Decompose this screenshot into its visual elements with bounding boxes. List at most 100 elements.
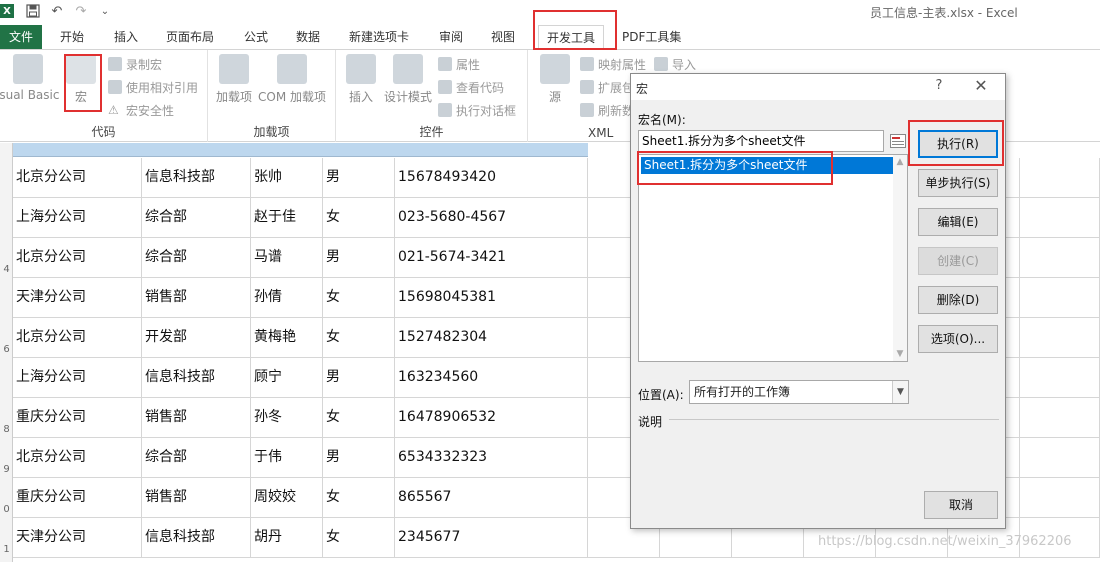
delete-button[interactable]: 删除(D) <box>918 286 998 314</box>
cell-dept[interactable]: 综合部 <box>142 438 251 478</box>
cell-company[interactable]: 上海分公司 <box>13 358 142 398</box>
options-button[interactable]: 选项(O)... <box>918 325 998 353</box>
cell-empty[interactable] <box>1020 238 1100 278</box>
scroll-down-icon[interactable]: ▼ <box>895 349 905 359</box>
use-relative-references-button[interactable]: 使用相对引用 <box>108 77 198 97</box>
import-button[interactable]: 导入 <box>654 54 696 74</box>
close-icon[interactable]: ✕ <box>971 77 991 95</box>
tab-review[interactable]: 审阅 <box>439 25 463 49</box>
cell-gender[interactable]: 男 <box>323 238 395 278</box>
cell-dept[interactable]: 信息科技部 <box>142 158 251 198</box>
cell-phone[interactable]: 16478906532 <box>395 398 588 438</box>
step-into-button[interactable]: 单步执行(S) <box>918 169 998 197</box>
chevron-down-icon[interactable]: ▼ <box>892 381 908 403</box>
cell-company[interactable]: 重庆分公司 <box>13 478 142 518</box>
cell-name[interactable]: 孙倩 <box>251 278 323 318</box>
insert-control-button[interactable]: 插入 <box>346 54 376 105</box>
xml-source-button[interactable]: 源 <box>540 54 570 105</box>
cell-company[interactable]: 上海分公司 <box>13 198 142 238</box>
cell-name[interactable]: 胡丹 <box>251 518 323 558</box>
scroll-up-icon[interactable]: ▲ <box>895 157 905 167</box>
cell-gender[interactable]: 女 <box>323 518 395 558</box>
tab-new-tab[interactable]: 新建选项卡 <box>349 25 409 49</box>
collapse-dialog-icon[interactable] <box>887 130 909 152</box>
cell-gender[interactable]: 男 <box>323 158 395 198</box>
cell-gender[interactable]: 男 <box>323 438 395 478</box>
cell-dept[interactable]: 销售部 <box>142 478 251 518</box>
cell-gender[interactable]: 女 <box>323 398 395 438</box>
cell-company[interactable]: 北京分公司 <box>13 318 142 358</box>
visual-basic-button[interactable]: isual Basic <box>0 54 59 102</box>
macro-list-scrollbar[interactable]: ▲ ▼ <box>893 155 907 361</box>
expansion-packs-button[interactable]: 扩展包 <box>580 77 634 97</box>
addins-button[interactable]: 加载项 <box>216 54 252 105</box>
cell-empty[interactable] <box>1020 398 1100 438</box>
cell-phone[interactable]: 6534332323 <box>395 438 588 478</box>
run-dialog-button[interactable]: 执行对话框 <box>438 100 516 120</box>
cell-phone[interactable]: 1527482304 <box>395 318 588 358</box>
cell-gender[interactable]: 女 <box>323 318 395 358</box>
macro-security-button[interactable]: ⚠ 宏安全性 <box>108 100 174 120</box>
run-button[interactable]: 执行(R) <box>918 130 998 158</box>
row-number[interactable]: 0 <box>0 504 13 515</box>
cell-phone[interactable]: 15698045381 <box>395 278 588 318</box>
tab-developer[interactable]: 开发工具 <box>538 25 605 49</box>
tab-formulas[interactable]: 公式 <box>244 25 268 49</box>
cell-name[interactable]: 马谱 <box>251 238 323 278</box>
cell-empty[interactable] <box>1020 358 1100 398</box>
cell-name[interactable]: 周姣姣 <box>251 478 323 518</box>
cell-dept[interactable]: 信息科技部 <box>142 358 251 398</box>
refresh-data-button[interactable]: 刷新数 <box>580 100 634 120</box>
cell-empty[interactable] <box>1020 278 1100 318</box>
cell-name[interactable]: 赵于佳 <box>251 198 323 238</box>
cancel-button[interactable]: 取消 <box>924 491 998 519</box>
cell-empty[interactable] <box>1020 198 1100 238</box>
macro-name-input[interactable]: Sheet1.拆分为多个sheet文件 <box>638 130 884 152</box>
cell-gender[interactable]: 女 <box>323 198 395 238</box>
cell-gender[interactable]: 男 <box>323 358 395 398</box>
cell-dept[interactable]: 销售部 <box>142 278 251 318</box>
cell-empty[interactable] <box>1020 438 1100 478</box>
row-number[interactable]: 1 <box>0 544 13 555</box>
macro-list-item[interactable]: Sheet1.拆分为多个sheet文件 <box>641 157 893 174</box>
save-icon[interactable] <box>24 2 42 20</box>
tab-home[interactable]: 开始 <box>60 25 84 49</box>
edit-button[interactable]: 编辑(E) <box>918 208 998 236</box>
tab-pdf-tools[interactable]: PDF工具集 <box>622 25 681 49</box>
row-number[interactable]: 9 <box>0 464 13 475</box>
tab-insert[interactable]: 插入 <box>114 25 138 49</box>
cell-company[interactable]: 天津分公司 <box>13 518 142 558</box>
cell-name[interactable]: 顾宁 <box>251 358 323 398</box>
cell-dept[interactable]: 综合部 <box>142 198 251 238</box>
cell-phone[interactable]: 163234560 <box>395 358 588 398</box>
cell-phone[interactable]: 021-5674-3421 <box>395 238 588 278</box>
tab-page-layout[interactable]: 页面布局 <box>166 25 214 49</box>
cell-empty[interactable] <box>1020 478 1100 518</box>
cell-company[interactable]: 北京分公司 <box>13 438 142 478</box>
com-addins-button[interactable]: COM 加载项 <box>258 54 326 105</box>
cell-name[interactable]: 孙冬 <box>251 398 323 438</box>
cell-phone[interactable]: 15678493420 <box>395 158 588 198</box>
undo-icon[interactable]: ↶ <box>48 2 66 20</box>
design-mode-button[interactable]: 设计模式 <box>384 54 432 105</box>
cell-dept[interactable]: 销售部 <box>142 398 251 438</box>
cell-gender[interactable]: 女 <box>323 478 395 518</box>
view-code-button[interactable]: 查看代码 <box>438 77 504 97</box>
row-number[interactable]: 6 <box>0 344 13 355</box>
cell-phone[interactable]: 865567 <box>395 478 588 518</box>
cell-empty[interactable] <box>1020 158 1100 198</box>
cell-company[interactable]: 北京分公司 <box>13 158 142 198</box>
cell-company[interactable]: 重庆分公司 <box>13 398 142 438</box>
tab-data[interactable]: 数据 <box>296 25 320 49</box>
help-icon[interactable]: ? <box>931 78 947 94</box>
macros-button[interactable]: 宏 <box>66 54 96 105</box>
cell-name[interactable]: 于伟 <box>251 438 323 478</box>
cell-empty[interactable] <box>1020 318 1100 358</box>
cell-phone[interactable]: 2345677 <box>395 518 588 558</box>
customize-qat-icon[interactable]: ⌄ <box>96 2 114 20</box>
cell-name[interactable]: 张帅 <box>251 158 323 198</box>
redo-icon[interactable]: ↷ <box>72 2 90 20</box>
cell-company[interactable]: 天津分公司 <box>13 278 142 318</box>
tab-view[interactable]: 视图 <box>491 25 515 49</box>
map-properties-button[interactable]: 映射属性 <box>580 54 646 74</box>
